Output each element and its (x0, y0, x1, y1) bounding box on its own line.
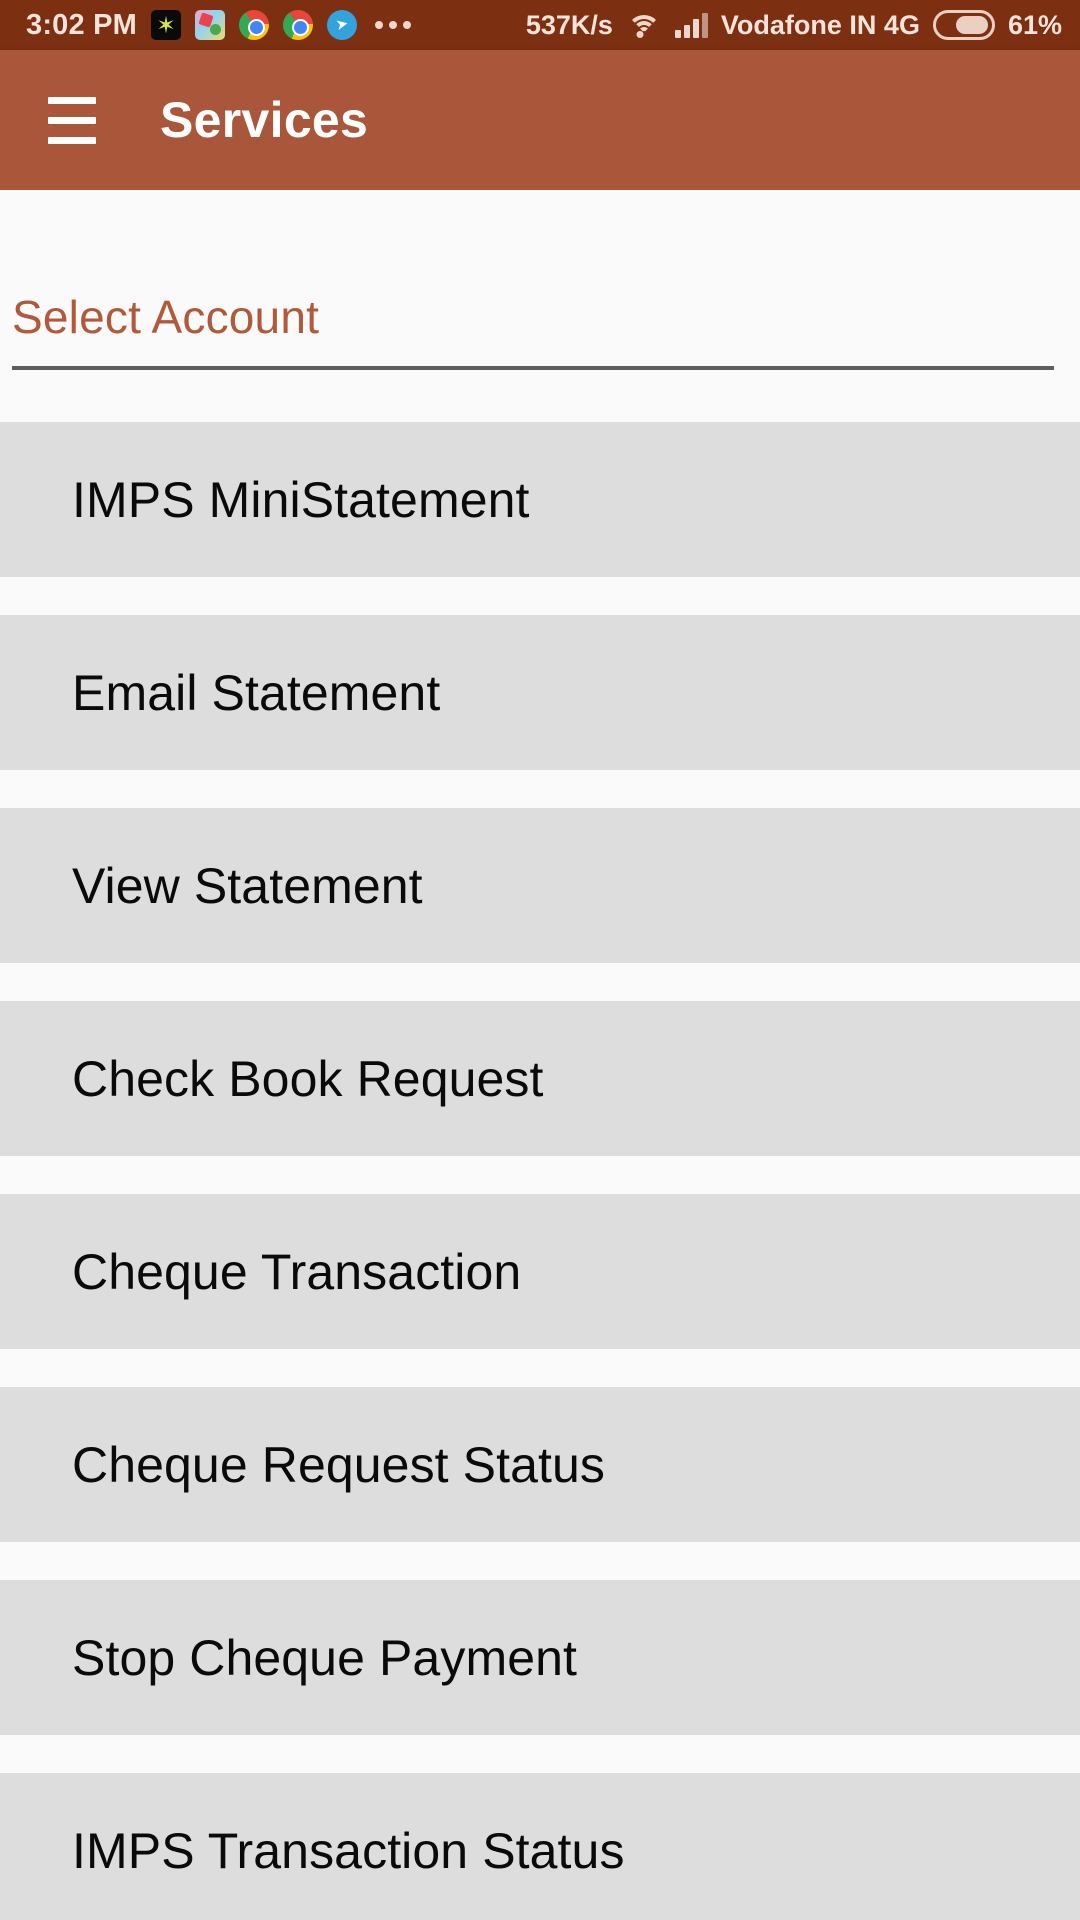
battery-percent-label: 61% (1007, 9, 1062, 40)
account-spinner-container: Select Account (0, 190, 1080, 370)
service-item-label: Cheque Request Status (72, 1436, 606, 1493)
list-item[interactable]: Email Statement (0, 615, 1080, 770)
service-item-label: Cheque Transaction (72, 1243, 522, 1300)
candy-game-icon (195, 10, 225, 40)
chrome-icon (239, 10, 269, 40)
service-item-label: Email Statement (72, 664, 441, 721)
service-item-label: IMPS MiniStatement (72, 471, 530, 528)
status-bar-right: 537K/s Vodafone IN 4G 61% (526, 10, 1062, 41)
select-account-spinner[interactable]: Select Account (12, 290, 1054, 370)
status-bar-left: 3:02 PM (26, 9, 411, 42)
hamburger-menu-icon[interactable] (26, 74, 118, 166)
star-app-icon (151, 10, 181, 40)
cell-signal-icon (674, 12, 708, 38)
select-account-label: Select Account (12, 291, 320, 343)
list-item[interactable]: Check Book Request (0, 1001, 1080, 1156)
service-item-label: Stop Cheque Payment (72, 1629, 578, 1686)
chrome-icon (283, 10, 313, 40)
status-bar: 3:02 PM 537K/s Vodafone IN 4G 61% (0, 0, 1080, 50)
list-item[interactable]: Cheque Request Status (0, 1387, 1080, 1542)
app-bar: Services (0, 50, 1080, 190)
service-item-label: IMPS Transaction Status (72, 1822, 625, 1879)
page-title: Services (160, 92, 369, 148)
app-screen: 3:02 PM 537K/s Vodafone IN 4G 61% (0, 0, 1080, 1920)
more-dots-icon (375, 21, 411, 29)
list-item[interactable]: Cheque Transaction (0, 1194, 1080, 1349)
carrier-label: Vodafone IN 4G (720, 9, 920, 40)
service-item-label: Check Book Request (72, 1050, 544, 1107)
list-item[interactable]: Stop Cheque Payment (0, 1580, 1080, 1735)
network-speed-label: 537K/s (525, 9, 613, 40)
services-list: IMPS MiniStatement Email Statement View … (0, 422, 1080, 1920)
content-area: Select Account IMPS MiniStatement Email … (0, 190, 1080, 1920)
wifi-icon (626, 11, 662, 39)
service-item-label: View Statement (72, 857, 423, 914)
list-item[interactable]: View Statement (0, 808, 1080, 963)
list-item[interactable]: IMPS MiniStatement (0, 422, 1080, 577)
list-item[interactable]: IMPS Transaction Status (0, 1773, 1080, 1920)
status-clock: 3:02 PM (26, 8, 137, 41)
telegram-icon (327, 10, 357, 40)
battery-icon (932, 10, 995, 40)
